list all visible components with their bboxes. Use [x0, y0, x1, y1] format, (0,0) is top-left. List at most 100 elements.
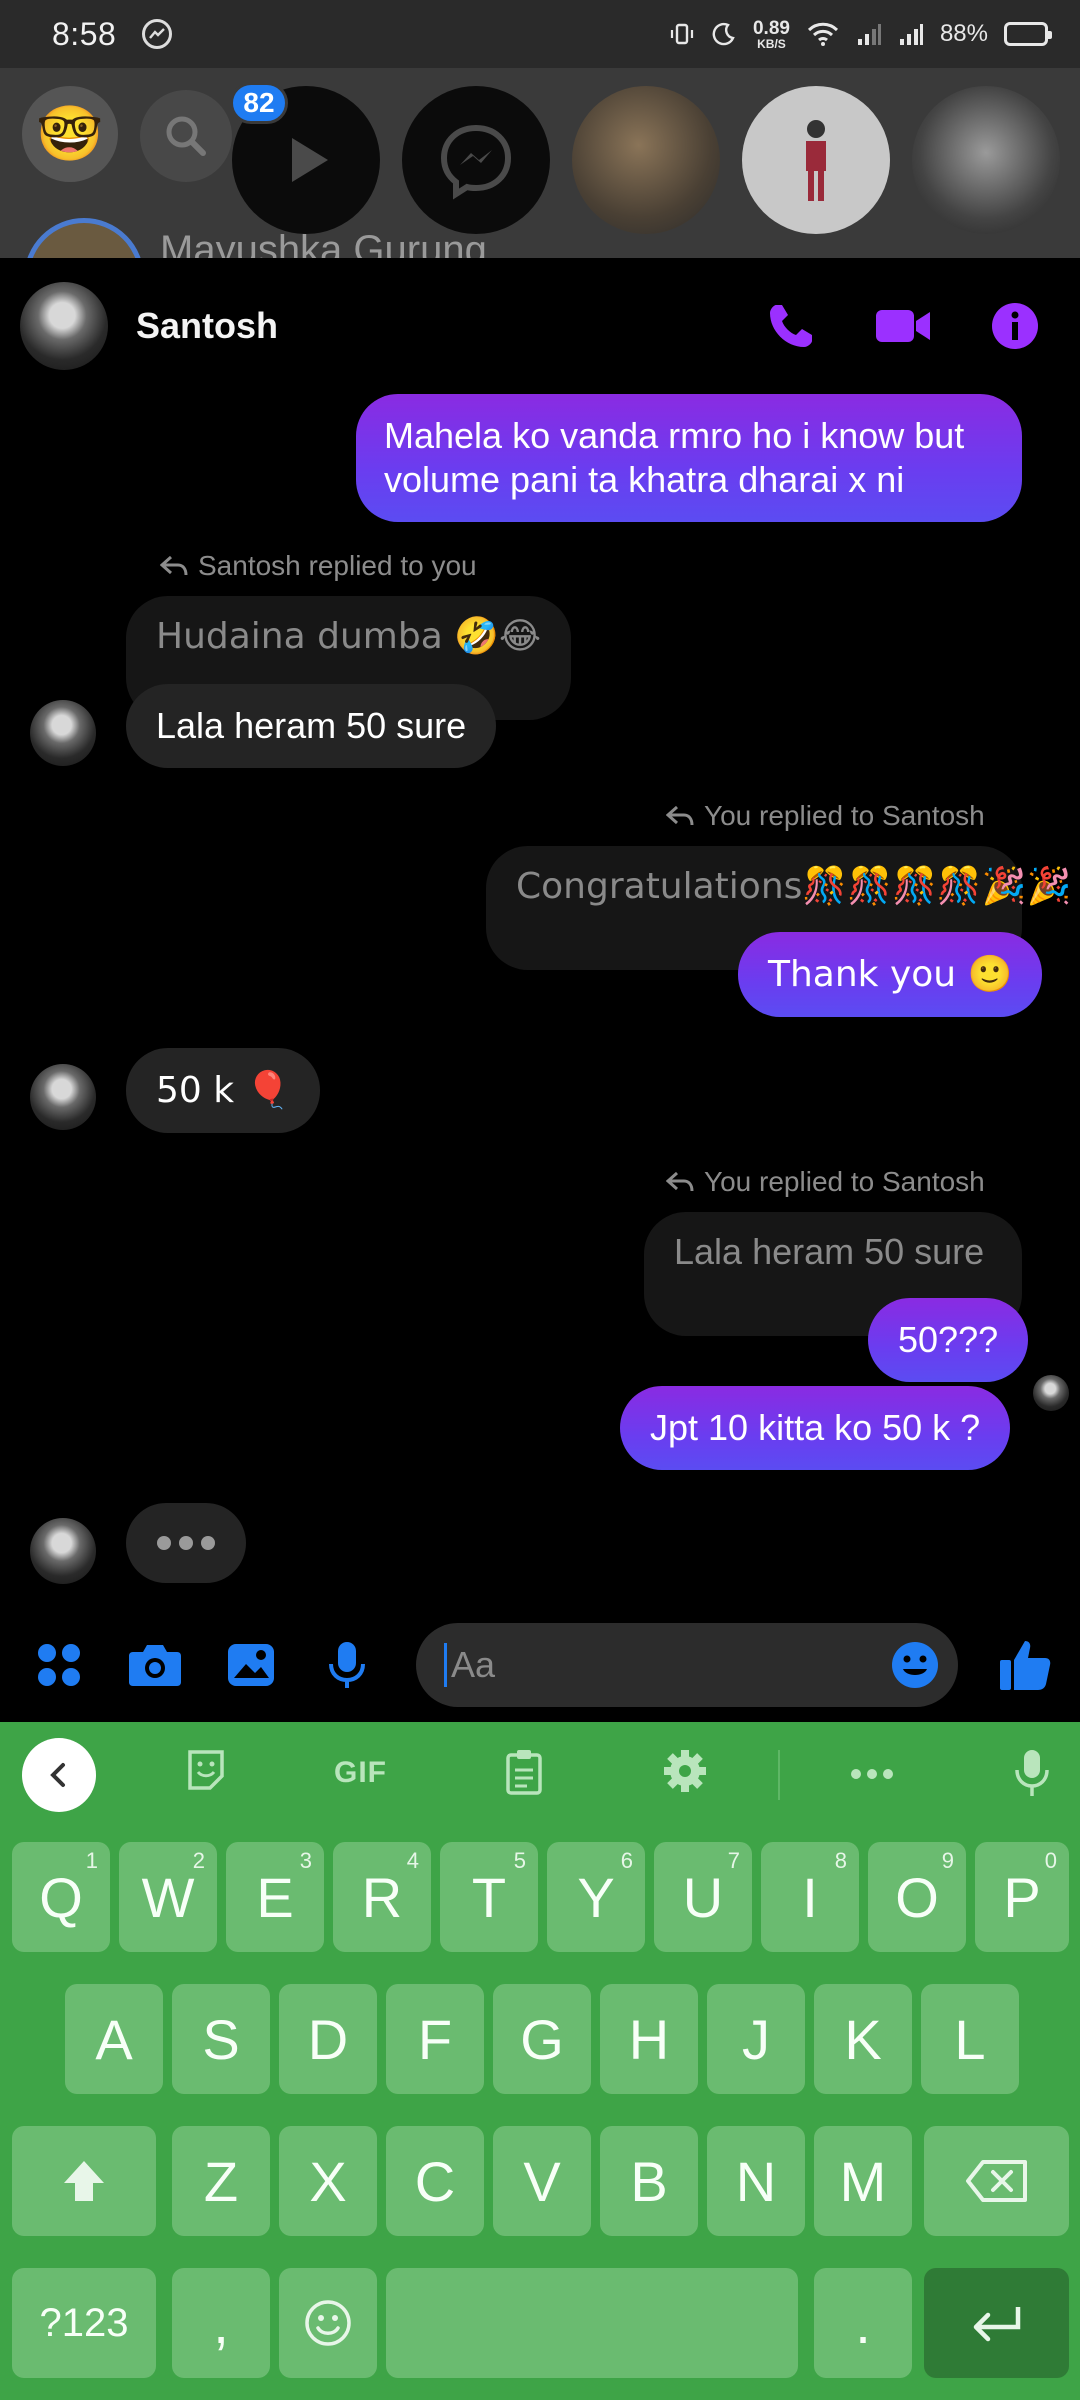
chat-head-window: Santosh Mahela ko vanda rmro ho i know b… — [0, 258, 1080, 1722]
sent-message-text: Thank you 🙂 — [768, 954, 1013, 995]
key-h[interactable]: H — [600, 1984, 698, 2094]
key-v[interactable]: V — [493, 2126, 591, 2236]
key-m[interactable]: M — [814, 2126, 912, 2236]
more-options-icon[interactable] — [850, 1768, 894, 1780]
reply-arrow-icon — [160, 555, 188, 576]
quoted-message-text: Lala heram 50 sure — [674, 1231, 985, 1272]
sent-message[interactable]: 50??? — [868, 1298, 1029, 1382]
unread-badge: 82 — [230, 82, 288, 124]
key-y[interactable]: Y6 — [547, 1842, 645, 1952]
key-label: V — [523, 2149, 561, 2213]
key-number-hint: 7 — [727, 1848, 740, 1873]
backspace-key[interactable] — [924, 2126, 1069, 2236]
received-message[interactable]: 50 k 🎈 — [126, 1048, 321, 1133]
reply-indicator: Santosh replied to you — [160, 550, 477, 582]
thumbs-up-like-icon[interactable] — [998, 1638, 1052, 1692]
video-call-icon[interactable] — [874, 306, 932, 346]
info-icon[interactable] — [990, 301, 1040, 351]
contact-avatar-small — [30, 700, 96, 766]
message-input[interactable]: Aa — [416, 1623, 958, 1707]
key-l[interactable]: L — [921, 1984, 1019, 2094]
key-i[interactable]: I8 — [761, 1842, 859, 1952]
clock: 8:58 — [52, 15, 117, 52]
enter-key[interactable] — [924, 2268, 1069, 2378]
key-g[interactable]: G — [493, 1984, 591, 2094]
key-r[interactable]: R4 — [333, 1842, 431, 1952]
received-message[interactable]: Lala heram 50 sure — [126, 684, 497, 768]
reply-indicator-text: You replied to Santosh — [704, 800, 985, 831]
clipboard-icon[interactable] — [504, 1748, 544, 1796]
key-w[interactable]: W2 — [119, 1842, 217, 1952]
key-number-hint: 8 — [834, 1848, 847, 1873]
key-label: W — [141, 1865, 195, 1929]
wifi-icon — [807, 22, 839, 46]
sticker-icon[interactable] — [186, 1748, 226, 1792]
spacebar[interactable] — [386, 2268, 798, 2378]
message-composer: Aa — [0, 1608, 1080, 1722]
typing-dot — [157, 1536, 171, 1550]
status-icons: 0.89 KB/S 88% — [669, 17, 1052, 50]
background-chats-list: 🤓 82 Mayushka Gurung — [0, 68, 1080, 258]
key-label: T — [471, 1865, 507, 1929]
gif-button[interactable]: GIF — [334, 1756, 387, 1790]
microphone-icon[interactable] — [314, 1632, 380, 1698]
key-o[interactable]: O9 — [868, 1842, 966, 1952]
soft-keyboard: GIF Q1 W2 E3 R4 T5 Y6 U7 I8 O9 P0 A S D … — [0, 1722, 1080, 2400]
sent-message[interactable]: Jpt 10 kitta ko 50 k ? — [620, 1386, 1011, 1470]
key-u[interactable]: U7 — [654, 1842, 752, 1952]
read-receipt-avatar — [1033, 1375, 1069, 1411]
reply-indicator: You replied to Santosh — [666, 1166, 985, 1198]
chat-list-name: Mayushka Gurung — [160, 228, 487, 258]
key-c[interactable]: C — [386, 2126, 484, 2236]
network-speed-value: 0.89 — [752, 17, 790, 39]
key-z[interactable]: Z — [172, 2126, 270, 2236]
sent-message[interactable]: Thank you 🙂 — [738, 932, 1043, 1017]
apps-grid-icon[interactable] — [26, 1632, 92, 1698]
contact-avatar-small — [30, 1064, 96, 1130]
battery-icon — [1004, 22, 1052, 46]
key-p[interactable]: P0 — [975, 1842, 1069, 1952]
key-t[interactable]: T5 — [440, 1842, 538, 1952]
key-a[interactable]: A — [65, 1984, 163, 2094]
period-key[interactable]: . — [814, 2268, 912, 2378]
key-f[interactable]: F — [386, 1984, 484, 2094]
key-b[interactable]: B — [600, 2126, 698, 2236]
voice-input-microphone-icon[interactable] — [1014, 1748, 1050, 1798]
contact-name[interactable]: Santosh — [136, 305, 278, 347]
chevron-left-icon — [50, 1763, 65, 1787]
toolbar-collapse-button[interactable] — [22, 1738, 96, 1812]
key-k[interactable]: K — [814, 1984, 912, 2094]
key-label: L — [954, 2007, 986, 2071]
signal-strength-icon-sim2 — [899, 24, 923, 45]
key-label: . — [855, 2291, 871, 2355]
profile-avatar: 🤓 — [22, 86, 118, 182]
key-q[interactable]: Q1 — [12, 1842, 110, 1952]
gallery-image-icon[interactable] — [218, 1632, 284, 1698]
comma-key[interactable]: , — [172, 2268, 270, 2378]
key-label: R — [361, 1865, 403, 1929]
phone-call-icon[interactable] — [766, 301, 816, 351]
key-number-hint: 9 — [941, 1848, 954, 1873]
sent-message[interactable]: Mahela ko vanda rmro ho i know but volum… — [356, 394, 1022, 522]
enter-return-icon — [973, 2307, 1020, 2342]
settings-gear-icon[interactable] — [662, 1748, 708, 1794]
key-label: D — [307, 2007, 349, 2071]
camera-icon[interactable] — [122, 1632, 188, 1698]
symbols-key[interactable]: ?123 — [12, 2268, 156, 2378]
key-label: U — [682, 1865, 724, 1929]
key-x[interactable]: X — [279, 2126, 377, 2236]
key-j[interactable]: J — [707, 1984, 805, 2094]
contact-avatar[interactable] — [20, 282, 108, 370]
emoji-picker-icon[interactable] — [890, 1640, 940, 1690]
shift-key[interactable] — [12, 2126, 156, 2236]
key-s[interactable]: S — [172, 1984, 270, 2094]
key-n[interactable]: N — [707, 2126, 805, 2236]
key-label: O — [895, 1865, 939, 1929]
emoji-key[interactable] — [279, 2268, 377, 2378]
message-input-placeholder: Aa — [451, 1644, 496, 1685]
messenger-notification-icon — [142, 19, 173, 49]
key-d[interactable]: D — [279, 1984, 377, 2094]
sent-message-line: Mahela ko vanda rmro ho i know but — [384, 415, 965, 456]
key-e[interactable]: E3 — [226, 1842, 324, 1952]
symbols-key-label: ?123 — [39, 2300, 129, 2345]
